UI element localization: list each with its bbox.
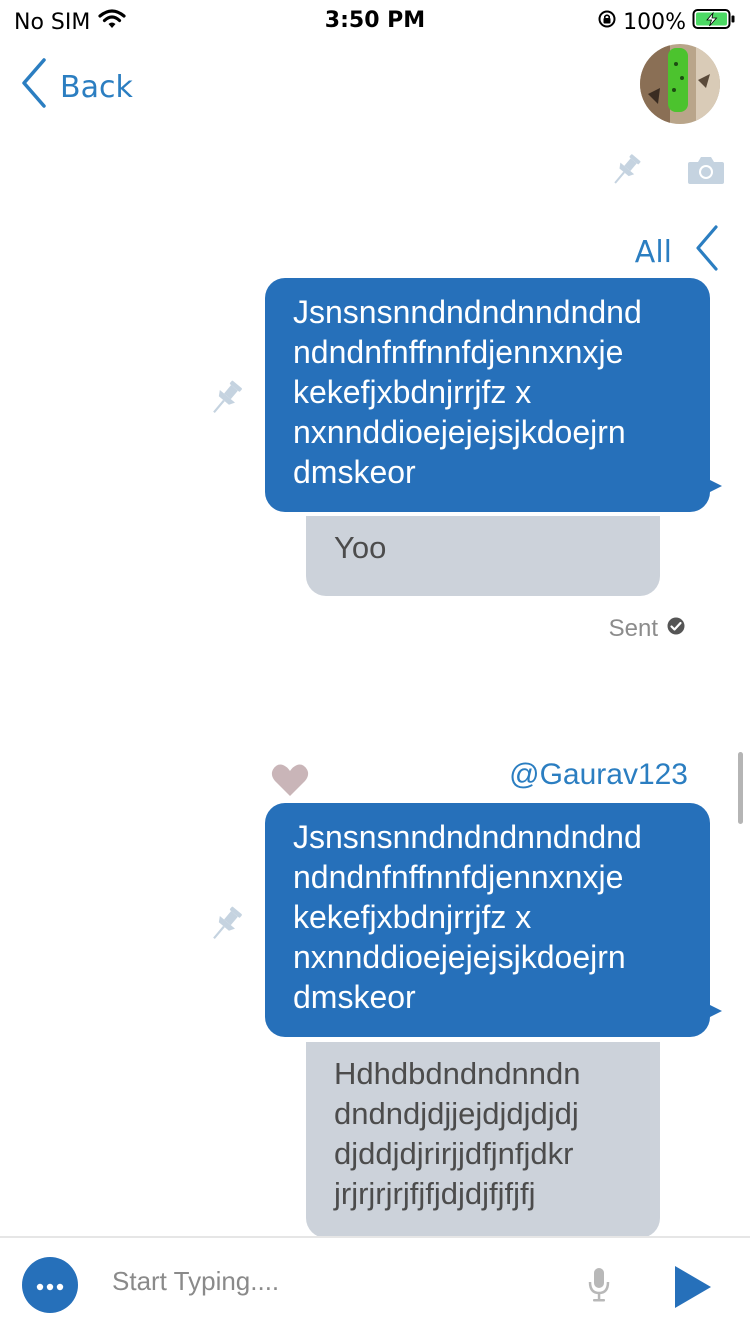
send-icon[interactable]: [673, 1264, 713, 1314]
back-label: Back: [60, 69, 133, 105]
media-toolbar: [606, 150, 726, 194]
chevron-left-icon: [694, 225, 720, 279]
message-line: dmskeor: [293, 454, 416, 490]
filter-all-button[interactable]: All: [635, 225, 720, 279]
message-line: nxnnddioejejejsjkdoejrn: [293, 414, 626, 450]
message-line: nxnnddioejejejsjkdoejrn: [293, 939, 626, 975]
scrollbar[interactable]: [738, 752, 743, 824]
message-line: ndndnfnffnnfdjennxnxje: [293, 334, 624, 370]
pin-icon[interactable]: [606, 150, 646, 194]
more-icon: [35, 1276, 65, 1295]
message-line: kekefjxbdnjrrjfz x: [293, 374, 532, 410]
message-composer: [0, 1236, 750, 1336]
battery-percent: 100%: [623, 9, 686, 35]
reply-line: djddjdjrirjjdfjnfjdkr: [334, 1136, 574, 1171]
heart-icon[interactable]: [270, 762, 310, 802]
camera-icon[interactable]: [686, 154, 726, 190]
filter-label: All: [634, 234, 672, 270]
back-button[interactable]: Back: [20, 58, 133, 116]
reply-line: jrjrjrjrjfjfjdjdjfjfjfj: [334, 1176, 536, 1211]
reply-bubble[interactable]: Hdhdbdndndnndn dndndjdjjejdjdjdjdj djddj…: [306, 1042, 660, 1238]
bubble-tail: [710, 1005, 722, 1017]
message-input[interactable]: [110, 1260, 554, 1302]
reply-line: Hdhdbdndndnndn: [334, 1056, 581, 1091]
message-line: Jsnsnsnndndndnndndnd: [293, 819, 642, 855]
orientation-lock-icon: [597, 9, 617, 35]
message-line: ndndnfnffnnfdjennxnxje: [293, 859, 624, 895]
more-button[interactable]: [22, 1257, 78, 1313]
message-status: Sent: [609, 615, 686, 643]
battery-charging-icon: [692, 8, 736, 36]
reply-line: Yoo: [334, 530, 387, 565]
bubble-tail: [710, 480, 722, 492]
status-bar: No SIM 3:50 PM 100%: [0, 0, 750, 40]
status-label: Sent: [608, 615, 658, 642]
reply-line: dndndjdjjejdjdjdjdj: [334, 1096, 579, 1131]
check-circle-icon: [666, 615, 686, 643]
message-line: dmskeor: [293, 979, 416, 1015]
message-bubble[interactable]: Jsnsnsnndndndnndndnd ndndnfnffnnfdjennxn…: [265, 803, 722, 1037]
microphone-icon[interactable]: [586, 1266, 612, 1308]
message-pin-icon[interactable]: [204, 902, 248, 950]
reply-bubble[interactable]: Yoo: [306, 516, 660, 596]
avatar[interactable]: [640, 44, 720, 124]
navigation-bar: Back: [0, 40, 750, 130]
message-line: kekefjxbdnjrrjfz x: [293, 899, 532, 935]
status-right: 100%: [597, 8, 736, 36]
back-chevron-icon: [20, 58, 48, 116]
message-pin-icon[interactable]: [204, 376, 248, 424]
message-line: Jsnsnsnndndndnndndnd: [293, 294, 642, 330]
message-bubble[interactable]: Jsnsnsnndndndnndndnd ndndnfnffnnfdjennxn…: [265, 278, 722, 512]
mention-label[interactable]: @Gaurav123: [509, 758, 688, 792]
